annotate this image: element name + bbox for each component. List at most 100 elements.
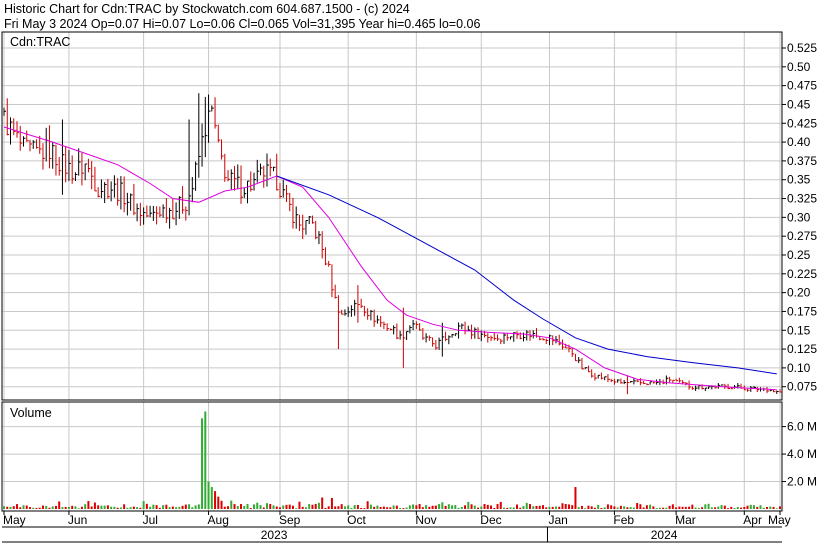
volume-bar: [12, 506, 15, 509]
volume-bar: [418, 504, 421, 509]
volume-bar: [645, 505, 648, 509]
volume-bar: [22, 505, 25, 509]
volume-bar: [321, 497, 324, 509]
volume-bar: [704, 504, 707, 509]
volume-bar: [548, 506, 551, 509]
volume-bar: [402, 508, 405, 509]
volume-bar: [480, 506, 483, 509]
volume-bar: [324, 507, 327, 509]
volume-bar: [675, 507, 678, 509]
volume-bar: [54, 505, 57, 509]
volume-bar: [444, 505, 447, 509]
volume-bar: [522, 506, 525, 509]
price-y-tick-label: 0.475: [787, 79, 817, 93]
volume-bar: [304, 507, 307, 509]
volume-bar: [584, 508, 587, 509]
volume-bar: [743, 506, 746, 509]
volume-bar: [736, 506, 739, 509]
volume-bar: [454, 505, 457, 509]
volume-bar: [171, 506, 174, 509]
volume-bar: [629, 507, 632, 509]
volume-bar: [136, 507, 139, 509]
volume-bar: [142, 501, 145, 509]
volume-bar: [191, 507, 194, 509]
volume-bar: [350, 507, 353, 509]
volume-bar: [48, 507, 51, 509]
volume-bar: [116, 507, 119, 509]
moving-average-short-line: [3, 126, 777, 391]
volume-bar: [606, 504, 609, 509]
price-y-tick-label: 0.50: [787, 60, 811, 74]
volume-bar: [126, 507, 129, 509]
volume-bar: [217, 496, 220, 509]
price-y-tick-label: 0.425: [787, 116, 817, 130]
volume-bar: [532, 506, 535, 509]
price-y-tick-label: 0.30: [787, 210, 811, 224]
volume-bar: [41, 505, 44, 509]
volume-bar: [347, 505, 350, 509]
price-panel-frame: [1, 31, 783, 401]
volume-bar: [291, 505, 294, 509]
volume-bar: [233, 504, 236, 509]
x-tick-label: Jul: [143, 513, 158, 527]
volume-bar: [593, 507, 596, 509]
volume-y-axis: 6.0 M 4.0 M 2.0 M: [782, 420, 817, 489]
volume-bar: [337, 506, 340, 509]
year-label: 2023: [261, 528, 288, 542]
volume-bar: [554, 506, 557, 509]
volume-bar: [129, 507, 132, 509]
volume-bar: [730, 506, 733, 509]
volume-bar: [733, 508, 736, 509]
volume-bar: [749, 504, 752, 509]
price-y-tick-label: 0.40: [787, 135, 811, 149]
volume-panel-frame: [1, 401, 783, 512]
volume-bar: [451, 505, 454, 509]
volume-bar: [265, 503, 268, 509]
volume-bar: [684, 506, 687, 509]
volume-bar: [373, 506, 376, 509]
volume-bar: [662, 507, 665, 509]
volume-bar: [649, 504, 652, 509]
volume-bar: [9, 506, 12, 509]
volume-bar: [688, 506, 691, 509]
volume-bar: [366, 501, 369, 509]
volume-bar: [100, 505, 103, 509]
volume-bar: [623, 506, 626, 509]
volume-bar: [123, 504, 126, 509]
volume-y-tick-label: 6.0 M: [787, 420, 817, 434]
volume-bar: [256, 502, 259, 509]
volume-bar: [473, 505, 476, 509]
volume-bar: [509, 507, 512, 509]
volume-bar: [746, 505, 749, 509]
volume-bar: [298, 501, 301, 509]
volume-bar: [671, 504, 674, 509]
volume-bar: [636, 503, 639, 509]
price-y-tick-label: 0.10: [787, 361, 811, 375]
volume-bar: [408, 505, 411, 509]
volume-bar: [769, 506, 772, 509]
volume-bar: [665, 507, 668, 509]
volume-bar: [77, 508, 80, 509]
volume-bar: [301, 506, 304, 509]
volume-bar: [506, 507, 509, 509]
volume-bar: [132, 506, 135, 509]
price-y-tick-label: 0.275: [787, 229, 817, 243]
volume-bar: [399, 508, 402, 509]
volume-bar: [567, 504, 570, 509]
volume-bar: [392, 505, 395, 509]
price-y-tick-label: 0.325: [787, 192, 817, 206]
volume-bar: [149, 506, 152, 509]
volume-bar: [460, 506, 463, 509]
volume-bar: [756, 506, 759, 509]
x-tick-label: Mar: [675, 513, 696, 527]
moving-average-long-line: [276, 175, 777, 375]
volume-bar: [405, 507, 408, 509]
volume-bar: [168, 507, 171, 509]
volume-bar: [93, 502, 96, 509]
volume-bar: [740, 507, 743, 509]
price-y-tick-label: 0.125: [787, 342, 817, 356]
price-y-tick-label: 0.20: [787, 286, 811, 300]
moving-average-lines: [3, 126, 777, 391]
volume-bar: [496, 504, 499, 509]
price-y-tick-label: 0.35: [787, 173, 811, 187]
